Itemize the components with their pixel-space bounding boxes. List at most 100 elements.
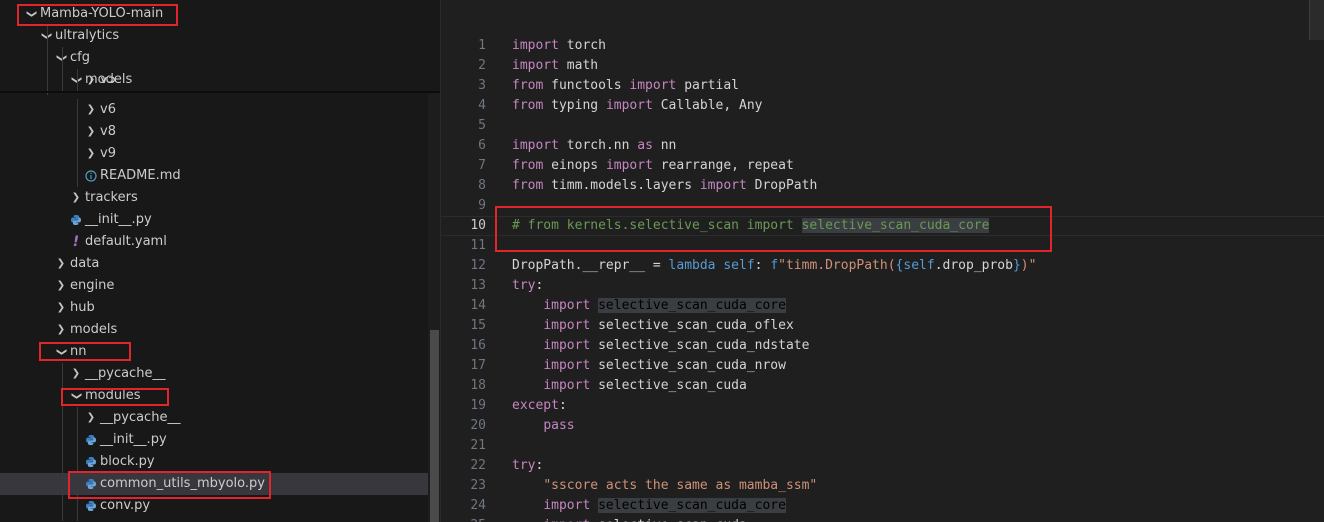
tree-item-label: v6 [100,102,116,117]
code-line[interactable]: 17 import selective_scan_cuda_nrow [441,356,1324,376]
code-line[interactable]: 14 import selective_scan_cuda_core [441,296,1324,316]
tree-item-models-13[interactable]: ❯ models [0,319,430,341]
code-token: import [543,498,591,513]
chevron-right-icon[interactable]: ❯ [83,121,99,143]
code-line[interactable]: 22 try: [441,456,1324,476]
code-text: import selective_scan_cuda_nrow [512,356,786,376]
code-text: import math [512,56,598,76]
code-token: : [535,278,544,293]
code-token: selective_scan_cuda [590,378,747,393]
code-token: import [512,58,559,73]
code-token: nn [652,138,677,153]
tree-item-label: README.md [100,168,181,183]
chevron-right-icon[interactable]: ❯ [53,319,69,341]
line-number: 9 [478,198,486,213]
tree-item--pycache--17[interactable]: ❯ __pycache__ [0,407,430,429]
tree-item--pycache--15[interactable]: ❯ __pycache__ [0,363,430,385]
code-line[interactable]: 3 from functools import partial [441,76,1324,96]
code-token: try [512,458,536,473]
code-line[interactable]: 8 from timm.models.layers import DropPath [441,176,1324,196]
code-token: selective_scan_cuda_oflex [590,318,794,333]
code-token: functools [543,78,630,93]
line-number: 2 [478,58,486,73]
tree-item-data-10[interactable]: ❯ data [0,253,430,275]
code-token: : [558,398,567,413]
code-text: import selective_scan_cuda [512,516,747,522]
line-number: 15 [470,318,486,333]
tree-item-trackers-7[interactable]: ❯ trackers [0,187,430,209]
code-line[interactable]: 24 import selective_scan_cuda_core [441,496,1324,516]
tree-item-v9-5[interactable]: ❯ v9 [0,143,430,165]
chevron-right-icon[interactable]: ❯ [83,99,99,121]
code-line[interactable]: 13 try: [441,276,1324,296]
code-line[interactable]: 18 import selective_scan_cuda [441,376,1324,396]
indent-guide [62,47,63,93]
tree-item-hub-12[interactable]: ❯ hub [0,297,430,319]
chevron-right-icon[interactable]: ❯ [68,363,84,385]
python-file-icon [68,209,84,231]
code-text: from functools import partial [512,76,739,96]
chevron-right-icon[interactable]: ❯ [68,187,84,209]
annotation-box-file [68,471,271,499]
code-token: partial [676,78,739,93]
code-token: self [723,258,755,273]
code-token: rearrange, repeat [652,158,794,173]
tree-item-cfg-1[interactable]: ❯cfg [0,47,430,69]
line-number: 3 [478,78,486,93]
chevron-down-icon[interactable]: ❯ [35,28,57,44]
code-line[interactable]: 4 from typing import Callable, Any [441,96,1324,116]
code-line[interactable]: 20 pass [441,416,1324,436]
code-token: selective_scan_cuda_core [598,498,786,513]
tree-item-ultralytics-0[interactable]: ❯ultralytics [0,25,430,47]
annotation-box-code-line [495,206,1052,252]
tree-item-label: __pycache__ [100,410,181,425]
code-text: try: [512,276,543,296]
line-number: 19 [470,398,486,413]
tree-item-v6-3[interactable]: ❯ v6 [0,99,430,121]
code-line[interactable]: 19 except: [441,396,1324,416]
code-line[interactable]: 15 import selective_scan_cuda_oflex [441,316,1324,336]
line-number: 10 [470,218,486,233]
chevron-right-icon[interactable]: ❯ [83,143,99,165]
line-number: 4 [478,98,486,113]
tree-item-v8-4[interactable]: ❯ v8 [0,121,430,143]
tree-item--init-py-8[interactable]: __init__.py [0,209,430,231]
tree-item-engine-11[interactable]: ❯ engine [0,275,430,297]
code-token: typing [543,98,606,113]
chevron-down-icon[interactable]: ❯ [50,50,72,66]
tree-item-default-yaml-9[interactable]: ! default.yaml [0,231,430,253]
code-token: import [543,378,591,393]
chevron-right-icon[interactable]: ❯ [53,297,69,319]
tree-item-block-py-19[interactable]: block.py [0,451,430,473]
tree-item--init-py-18[interactable]: __init__.py [0,429,430,451]
python-file-icon [83,451,99,473]
editor-action-button[interactable] [1309,0,1324,40]
indent-guide [77,99,78,187]
code-line[interactable]: 23 "sscore acts the same as mamba_ssm" [441,476,1324,496]
code-line[interactable]: 25 import selective_scan_cuda [441,516,1324,522]
code-token: pass [543,418,575,433]
chevron-right-icon[interactable]: ❯ [53,253,69,275]
chevron-right-icon[interactable]: ❯ [83,407,99,429]
code-line[interactable]: 7 from einops import rearrange, repeat [441,156,1324,176]
code-token: torch.nn [558,138,638,153]
code-line[interactable]: 16 import selective_scan_cuda_ndstate [441,336,1324,356]
chevron-right-icon[interactable]: ❯ [53,275,69,297]
indent-guide [47,25,48,95]
chevron-down-icon[interactable]: ❯ [65,72,87,88]
code-line[interactable]: 2 import math [441,56,1324,76]
code-token: selective_scan_cuda_ndstate [590,338,810,353]
code-line[interactable]: 5 [441,116,1324,136]
tree-item-readme-md-6[interactable]: README.md [0,165,430,187]
code-editor[interactable]: 1 import torch 2 import math 3 from functools… [441,0,1324,522]
tree-item-models-2[interactable]: ❯models [0,69,430,91]
code-token: from [512,98,544,113]
code-line[interactable]: 12 DropPath.__repr__ = lambda self: f"tim… [441,256,1324,276]
code-line[interactable]: 6 import torch.nn as nn [441,136,1324,156]
code-line[interactable]: 1 import torch [441,36,1324,56]
explorer-scrollbar-thumb[interactable] [430,330,439,522]
code-line[interactable]: 21 [441,436,1324,456]
